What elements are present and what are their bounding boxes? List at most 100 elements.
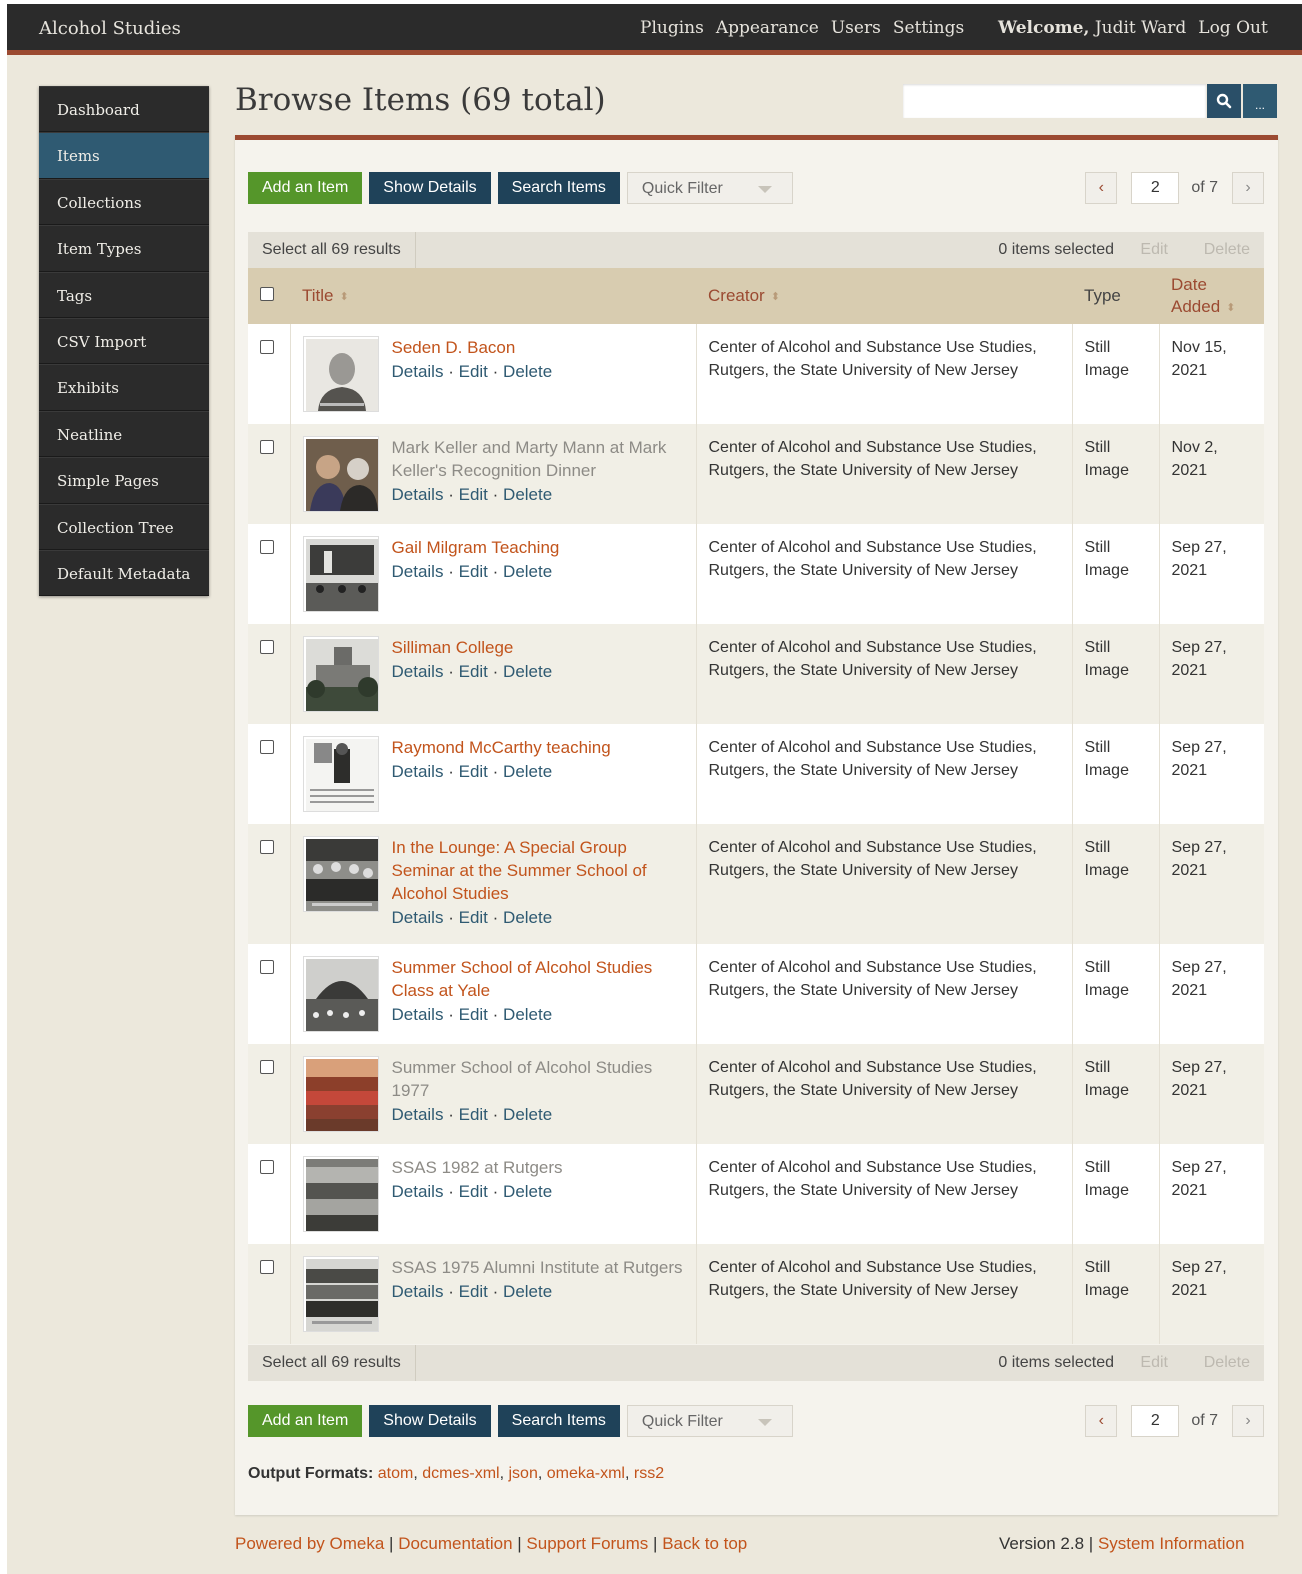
edit-link[interactable]: Edit [459, 762, 488, 781]
sidebar-item-default-metadata[interactable]: Default Metadata [39, 549, 209, 597]
search-button[interactable] [1207, 84, 1241, 118]
item-thumbnail[interactable] [302, 636, 379, 712]
nav-appearance[interactable]: Appearance [716, 18, 819, 38]
prev-page-button[interactable]: ‹ [1085, 172, 1118, 204]
advanced-search-button[interactable]: ... [1243, 84, 1277, 118]
select-all-checkbox[interactable] [260, 287, 274, 301]
delete-link[interactable]: Delete [503, 762, 552, 781]
details-link[interactable]: Details [392, 908, 444, 927]
item-title-link[interactable]: Seden D. Bacon [392, 336, 684, 359]
details-link[interactable]: Details [392, 762, 444, 781]
edit-link[interactable]: Edit [459, 1005, 488, 1024]
delete-link[interactable]: Delete [503, 1182, 552, 1201]
nav-settings[interactable]: Settings [893, 18, 964, 38]
sidebar-item-tags[interactable]: Tags [39, 271, 209, 318]
sidebar-item-item-types[interactable]: Item Types [39, 225, 209, 272]
sidebar-item-neatline[interactable]: Neatline [39, 410, 209, 458]
format-rss2-link[interactable]: rss2 [634, 1465, 664, 1482]
details-link[interactable]: Details [392, 362, 444, 381]
site-title[interactable]: Alcohol Studies [39, 18, 181, 39]
row-checkbox[interactable] [260, 1260, 274, 1274]
row-checkbox[interactable] [260, 740, 274, 754]
date-added-column-header[interactable]: Date Added ⬍ [1159, 268, 1264, 324]
next-page-button[interactable]: › [1232, 172, 1264, 204]
details-link[interactable]: Details [392, 1182, 444, 1201]
next-page-button[interactable]: › [1232, 1405, 1264, 1437]
row-checkbox[interactable] [260, 1060, 274, 1074]
search-items-button[interactable]: Search Items [497, 1405, 620, 1437]
select-all-button[interactable]: Select all 69 results [248, 1345, 416, 1381]
sidebar-item-collections[interactable]: Collections [39, 178, 209, 226]
batch-edit-button[interactable]: Edit [1140, 1345, 1168, 1381]
delete-link[interactable]: Delete [503, 1005, 552, 1024]
documentation-link[interactable]: Documentation [398, 1534, 512, 1553]
sidebar-item-csv-import[interactable]: CSV Import [39, 317, 209, 365]
sidebar-item-simple-pages[interactable]: Simple Pages [39, 457, 209, 504]
delete-link[interactable]: Delete [503, 662, 552, 681]
delete-link[interactable]: Delete [503, 562, 552, 581]
delete-link[interactable]: Delete [503, 485, 552, 504]
row-checkbox[interactable] [260, 440, 274, 454]
item-title-link[interactable]: Mark Keller and Marty Mann at Mark Kelle… [392, 436, 684, 482]
item-title-link[interactable]: SSAS 1982 at Rutgers [392, 1156, 684, 1179]
item-thumbnail[interactable] [302, 956, 379, 1032]
title-column-header[interactable]: Title ⬍ [290, 268, 696, 324]
batch-delete-button[interactable]: Delete [1204, 232, 1250, 268]
item-title-link[interactable]: In the Lounge: A Special Group Seminar a… [392, 836, 684, 905]
details-link[interactable]: Details [392, 1005, 444, 1024]
quick-filter-dropdown[interactable]: Quick Filter [626, 1405, 793, 1437]
edit-link[interactable]: Edit [459, 562, 488, 581]
row-checkbox[interactable] [260, 960, 274, 974]
item-title-link[interactable]: Summer School of Alcohol Studies Class a… [392, 956, 684, 1002]
delete-link[interactable]: Delete [503, 1282, 552, 1301]
details-link[interactable]: Details [392, 562, 444, 581]
search-items-button[interactable]: Search Items [497, 172, 620, 204]
edit-link[interactable]: Edit [459, 908, 488, 927]
row-checkbox[interactable] [260, 340, 274, 354]
search-input[interactable] [903, 84, 1206, 118]
details-link[interactable]: Details [392, 1282, 444, 1301]
details-link[interactable]: Details [392, 1105, 444, 1124]
prev-page-button[interactable]: ‹ [1085, 1405, 1118, 1437]
sidebar-item-items[interactable]: Items [39, 132, 209, 179]
item-title-link[interactable]: Summer School of Alcohol Studies 1977 [392, 1056, 684, 1102]
item-title-link[interactable]: Gail Milgram Teaching [392, 536, 684, 559]
item-thumbnail[interactable] [302, 336, 379, 412]
sidebar-item-exhibits[interactable]: Exhibits [39, 364, 209, 411]
format-dcmes-xml-link[interactable]: dcmes-xml [422, 1465, 499, 1482]
item-thumbnail[interactable] [302, 1256, 379, 1332]
edit-link[interactable]: Edit [459, 1282, 488, 1301]
format-json-link[interactable]: json [508, 1465, 537, 1482]
show-details-button[interactable]: Show Details [369, 172, 491, 204]
item-thumbnail[interactable] [302, 1156, 379, 1232]
page-number-input[interactable] [1131, 172, 1180, 204]
details-link[interactable]: Details [392, 485, 444, 504]
item-thumbnail[interactable] [302, 536, 379, 612]
show-details-button[interactable]: Show Details [369, 1405, 491, 1437]
sidebar-item-dashboard[interactable]: Dashboard [39, 86, 209, 133]
item-title-link[interactable]: Raymond McCarthy teaching [392, 736, 684, 759]
sidebar-item-collection-tree[interactable]: Collection Tree [39, 503, 209, 550]
item-title-link[interactable]: Silliman College [392, 636, 684, 659]
add-item-button[interactable]: Add an Item [248, 1405, 363, 1437]
batch-edit-button[interactable]: Edit [1140, 232, 1168, 268]
select-all-button[interactable]: Select all 69 results [248, 232, 416, 268]
item-thumbnail[interactable] [302, 836, 379, 912]
row-checkbox[interactable] [260, 540, 274, 554]
row-checkbox[interactable] [260, 1160, 274, 1174]
edit-link[interactable]: Edit [459, 1182, 488, 1201]
item-thumbnail[interactable] [302, 1056, 379, 1132]
powered-by-link[interactable]: Powered by Omeka [235, 1534, 384, 1553]
quick-filter-dropdown[interactable]: Quick Filter [626, 172, 793, 204]
add-item-button[interactable]: Add an Item [248, 172, 363, 204]
format-atom-link[interactable]: atom [378, 1465, 414, 1482]
delete-link[interactable]: Delete [503, 908, 552, 927]
user-name-link[interactable]: Judit Ward [1095, 18, 1186, 38]
row-checkbox[interactable] [260, 840, 274, 854]
row-checkbox[interactable] [260, 640, 274, 654]
item-thumbnail[interactable] [302, 736, 379, 812]
item-thumbnail[interactable] [302, 436, 379, 512]
item-title-link[interactable]: SSAS 1975 Alumni Institute at Rutgers [392, 1256, 684, 1279]
delete-link[interactable]: Delete [503, 1105, 552, 1124]
system-information-link[interactable]: System Information [1098, 1534, 1244, 1553]
